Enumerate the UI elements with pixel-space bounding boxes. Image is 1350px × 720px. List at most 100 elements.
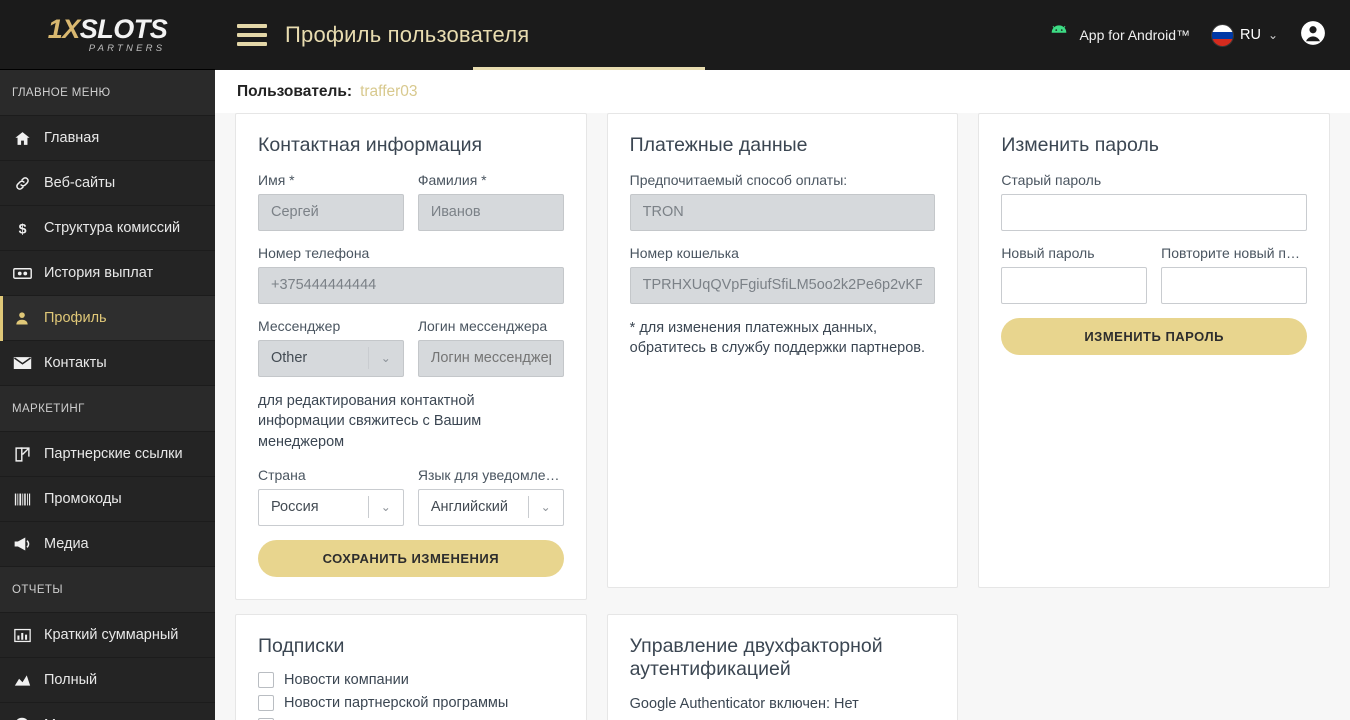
contact-edit-note: для редактирования контактной информации… bbox=[258, 392, 482, 450]
first-name-group: Имя * bbox=[258, 172, 404, 231]
sidebar-item-label: Полный bbox=[44, 672, 98, 688]
subscription-label: Новости компании bbox=[284, 672, 409, 689]
old-password-label: Старый пароль bbox=[1001, 171, 1102, 188]
topbar-right: App for Android™ RU ⌄ bbox=[1048, 20, 1326, 51]
envelope-icon bbox=[12, 356, 32, 370]
sidebar-item-marketingovye[interactable]: Маркетинговые bbox=[0, 703, 215, 720]
account-avatar[interactable] bbox=[1300, 20, 1326, 51]
sidebar-item-promokody[interactable]: Промокоды bbox=[0, 477, 215, 522]
username-label: Пользователь: bbox=[237, 82, 353, 100]
app-root: 1XSLOTS PARTNERS ГЛАВНОЕ МЕНЮ Главная Ве… bbox=[0, 0, 1350, 720]
notify-language-group: Язык для уведомле… Английский ⌄ bbox=[417, 466, 564, 526]
svg-text:$: $ bbox=[18, 221, 26, 237]
sidebar-item-profil[interactable]: Профиль bbox=[0, 296, 215, 341]
language-code: RU bbox=[1239, 27, 1261, 43]
old-password-input[interactable] bbox=[1001, 193, 1307, 231]
sidebar: 1XSLOTS PARTNERS ГЛАВНОЕ МЕНЮ Главная Ве… bbox=[0, 0, 215, 720]
wallet-label: Номер кошелька bbox=[629, 244, 739, 261]
column-center-bottom: Управление двухфакторной аутентификацией… bbox=[597, 613, 969, 720]
last-name-group: Фамилия * bbox=[417, 171, 564, 231]
change-password-title: Изменить пароль bbox=[1001, 134, 1159, 156]
first-name-label: Имя * bbox=[258, 171, 295, 188]
messenger-group: Мессенджер Other ⌄ bbox=[258, 318, 404, 377]
username-bar: Пользователь: traffer03 bbox=[215, 70, 1350, 113]
sidebar-item-label: Краткий суммарный bbox=[44, 627, 179, 643]
sidebar-item-label: Веб-сайты bbox=[44, 175, 116, 191]
column-right-bottom bbox=[968, 614, 1340, 720]
change-password-button[interactable]: ИЗМЕНИТЬ ПАРОЛЬ bbox=[1001, 317, 1307, 355]
sidebar-item-struktura-komissij[interactable]: $ Структура комиссий bbox=[0, 206, 215, 251]
payment-method-input[interactable] bbox=[629, 193, 936, 231]
sidebar-item-label: Промокоды bbox=[44, 491, 122, 507]
notify-language-select[interactable]: Английский ⌄ bbox=[417, 488, 564, 526]
checkbox[interactable] bbox=[258, 672, 274, 689]
country-select-value: Россия bbox=[271, 499, 319, 516]
bar-chart-icon bbox=[12, 628, 32, 643]
active-tab-underline bbox=[473, 67, 705, 70]
logo-text: 1XSLOTS PARTNERS bbox=[47, 13, 168, 54]
sidebar-section-main: ГЛАВНОЕ МЕНЮ bbox=[0, 70, 215, 116]
chevron-down-icon: ⌄ bbox=[540, 500, 551, 515]
sidebar-item-kontakty[interactable]: Контакты bbox=[0, 341, 215, 386]
user-icon bbox=[12, 310, 32, 327]
wallet-input[interactable] bbox=[629, 266, 936, 304]
barcode-icon bbox=[12, 492, 32, 507]
new-password-input[interactable] bbox=[1001, 266, 1148, 304]
messenger-login-input[interactable] bbox=[417, 339, 564, 377]
repeat-password-group: Повторите новый па… bbox=[1161, 245, 1307, 304]
sidebar-item-label: Контакты bbox=[44, 355, 107, 371]
notify-language-label: Язык для уведомле… bbox=[417, 466, 560, 483]
sidebar-item-glavnaya[interactable]: Главная bbox=[0, 116, 215, 161]
android-app-link[interactable]: App for Android™ bbox=[1048, 24, 1190, 46]
locale-row: Страна Россия ⌄ Язык для уведомле… Англи… bbox=[258, 467, 564, 526]
repeat-password-input[interactable] bbox=[1161, 266, 1307, 304]
last-name-label: Фамилия * bbox=[417, 171, 487, 188]
column-left: Контактная информация Имя * Фамилия * Но… bbox=[225, 113, 597, 614]
country-select[interactable]: Россия ⌄ bbox=[258, 488, 404, 526]
topbar: Профиль пользователя App for Android™ RU… bbox=[215, 0, 1350, 70]
subscription-item[interactable]: Новости компании bbox=[258, 672, 564, 689]
messenger-login-label: Логин мессенджера bbox=[417, 317, 548, 334]
two-factor-auth-card: Управление двухфакторной аутентификацией… bbox=[606, 613, 959, 720]
last-name-input[interactable] bbox=[417, 193, 564, 231]
sidebar-item-istoriya-vyplat[interactable]: История выплат bbox=[0, 251, 215, 296]
sidebar-item-label: Главная bbox=[44, 130, 100, 146]
sidebar-section-reports: ОТЧЕТЫ bbox=[0, 567, 215, 613]
chevron-down-icon: ⌄ bbox=[1267, 28, 1278, 42]
sidebar-item-kratkij-summarnyj[interactable]: Краткий суммарный bbox=[0, 613, 215, 658]
subscription-label: Новости партнерской программы bbox=[284, 695, 509, 712]
sidebar-item-partnerskie-ssylki[interactable]: Партнерские ссылки bbox=[0, 432, 215, 477]
dollar-icon: $ bbox=[12, 220, 32, 237]
megaphone-icon bbox=[12, 536, 32, 552]
google-authenticator-status: Google Authenticator включен: Нет bbox=[629, 696, 859, 713]
payment-data-title: Платежные данные bbox=[629, 134, 808, 156]
sidebar-item-label: Медиа bbox=[44, 536, 89, 552]
contact-info-card: Контактная информация Имя * Фамилия * Но… bbox=[235, 113, 587, 600]
brand-logo[interactable]: 1XSLOTS PARTNERS bbox=[0, 0, 215, 70]
language-selector[interactable]: RU ⌄ bbox=[1211, 24, 1278, 46]
save-changes-button[interactable]: СОХРАНИТЬ ИЗМЕНЕНИЯ bbox=[258, 539, 564, 577]
payment-note: * для изменения платежных данных, обрати… bbox=[629, 319, 925, 357]
phone-input[interactable] bbox=[258, 266, 564, 304]
first-name-input[interactable] bbox=[258, 193, 404, 231]
new-password-row: Новый пароль Повторите новый па… bbox=[1001, 245, 1307, 304]
country-group: Страна Россия ⌄ bbox=[258, 467, 404, 526]
change-password-card: Изменить пароль Старый пароль Новый паро… bbox=[978, 113, 1330, 588]
hamburger-menu-icon[interactable] bbox=[237, 24, 267, 46]
chevron-down-icon: ⌄ bbox=[380, 500, 391, 515]
logo-subtitle: PARTNERS bbox=[88, 42, 166, 54]
main-area: Профиль пользователя App for Android™ RU… bbox=[215, 0, 1350, 720]
column-left-bottom: Подписки Новости компании Новости партне… bbox=[225, 613, 597, 720]
sidebar-item-veb-sajty[interactable]: Веб-сайты bbox=[0, 161, 215, 206]
sidebar-item-media[interactable]: Медиа bbox=[0, 522, 215, 567]
avatar-icon bbox=[1300, 20, 1326, 51]
sidebar-item-polnyj[interactable]: Полный bbox=[0, 658, 215, 703]
sidebar-item-label: Структура комиссий bbox=[44, 220, 181, 236]
logo-1x: 1X bbox=[47, 13, 81, 44]
payment-method-label: Предпочитаемый способ оплаты: bbox=[629, 171, 848, 188]
checkbox[interactable] bbox=[258, 695, 274, 712]
messenger-select[interactable]: Other ⌄ bbox=[258, 339, 404, 377]
subscription-item[interactable]: Новости партнерской программы bbox=[258, 695, 564, 712]
messenger-row: Мессенджер Other ⌄ Логин мессенджера bbox=[258, 318, 564, 377]
name-row: Имя * Фамилия * bbox=[258, 172, 564, 231]
